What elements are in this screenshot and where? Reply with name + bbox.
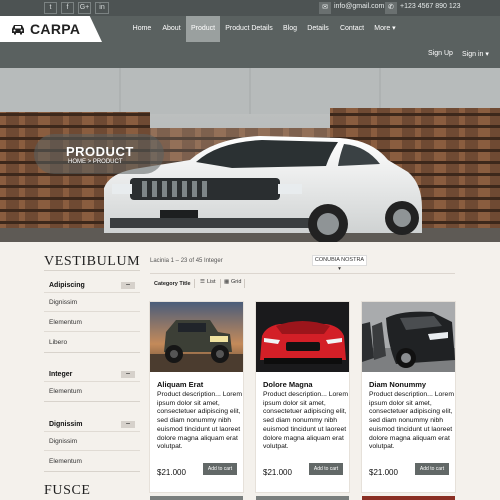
add-to-cart-button[interactable]: Add to cart — [309, 463, 343, 475]
product-image[interactable] — [150, 302, 243, 372]
nav-home[interactable]: Home — [128, 16, 156, 42]
product-card-next-row[interactable] — [256, 496, 349, 500]
collapse-toggle-adipiscing[interactable]: − — [121, 281, 135, 289]
product-card[interactable]: Aliquam Erat Product description... Lore… — [150, 302, 243, 492]
phone-icon: ✆ — [385, 2, 397, 14]
product-title[interactable]: Dolore Magna — [263, 380, 313, 389]
grid-view-button[interactable]: Grid — [231, 279, 241, 285]
sidebar-divider — [44, 401, 140, 402]
nav-about[interactable]: About — [157, 16, 186, 42]
collapse-toggle-dignissim[interactable]: − — [121, 420, 135, 428]
divider — [44, 431, 140, 432]
filter-group-adipiscing[interactable]: Adipiscing — [49, 282, 85, 289]
sidebar-divider — [44, 471, 140, 472]
brand-logo[interactable]: CARPA — [0, 16, 102, 42]
nav-product-details[interactable]: Product Details — [221, 16, 277, 42]
email-link[interactable]: info@gmail.com — [334, 3, 384, 10]
sidebar-item-dignissim[interactable]: Dignissim — [49, 299, 77, 306]
product-price: $21.000 — [157, 468, 186, 477]
divider — [220, 279, 221, 288]
sidebar-divider — [44, 270, 140, 271]
product-description: Product description... Lorem ipsum dolor… — [263, 391, 349, 451]
product-card[interactable]: Diam Nonummy Product description... Lore… — [362, 302, 455, 492]
divider — [44, 292, 140, 293]
divider — [244, 279, 245, 288]
sidebar-item-libero[interactable]: Libero — [49, 339, 67, 346]
sidebar-item-elementum[interactable]: Elementum — [49, 388, 82, 395]
product-description: Product description... Lorem ipsum dolor… — [157, 391, 243, 451]
product-card-next-row[interactable] — [362, 496, 455, 500]
hero-banner: PRODUCT HOME > PRODUCT — [0, 68, 500, 242]
sidebar-item-elementum[interactable]: Elementum — [49, 319, 82, 326]
page-title: PRODUCT — [66, 144, 134, 159]
nav-details[interactable]: Details — [303, 16, 333, 42]
product-title[interactable]: Diam Nonummy — [369, 380, 426, 389]
product-image[interactable] — [362, 302, 455, 372]
toolbar-divider — [150, 273, 455, 274]
sign-in-dropdown[interactable]: Sign in ▾ — [462, 50, 489, 58]
add-to-cart-button[interactable]: Add to cart — [415, 463, 449, 475]
google-plus-icon[interactable]: G+ — [78, 2, 91, 14]
divider — [44, 331, 140, 332]
product-card[interactable]: Dolore Magna Product description... Lore… — [256, 302, 349, 492]
nav-contact[interactable]: Contact — [336, 16, 368, 42]
nav-product[interactable]: Product — [186, 16, 220, 42]
sort-dropdown[interactable]: CONUBIA NOSTRA ▾ — [312, 255, 367, 272]
phone-number: +123 4567 890 123 — [400, 3, 461, 10]
product-image[interactable] — [256, 302, 349, 372]
car-icon — [12, 25, 24, 35]
collapse-toggle-integer[interactable]: − — [121, 370, 135, 378]
product-price: $21.000 — [369, 468, 398, 477]
breadcrumb[interactable]: HOME > PRODUCT — [68, 159, 123, 165]
sidebar-item-elementum[interactable]: Elementum — [49, 458, 82, 465]
sidebar-title: VESTIBULUM — [44, 254, 141, 269]
product-title[interactable]: Aliquam Erat — [157, 380, 203, 389]
facebook-icon[interactable]: f — [61, 2, 74, 14]
top-bar: t f G+ in ✉ info@gmail.com ✆ +123 4567 8… — [0, 0, 500, 16]
brand-name: CARPA — [30, 21, 81, 37]
grid-view-icon[interactable]: ▦ — [224, 279, 229, 285]
result-count: Lacinia 1 – 23 of 45 Integer — [150, 258, 223, 264]
sidebar-divider — [44, 352, 140, 353]
nav-more-dropdown[interactable]: More ▾ — [370, 16, 400, 42]
filter-group-integer[interactable]: Integer — [49, 371, 72, 378]
sidebar-item-dignissim[interactable]: Dignissim — [49, 438, 77, 445]
product-description: Product description... Lorem ipsum dolor… — [369, 391, 455, 451]
divider — [194, 279, 195, 288]
sign-up-link[interactable]: Sign Up — [428, 50, 453, 57]
linkedin-icon[interactable]: in — [95, 2, 109, 14]
product-card-next-row[interactable] — [150, 496, 243, 500]
divider — [44, 311, 140, 312]
sidebar-title-fusce: FUSCE — [44, 483, 91, 498]
divider — [44, 381, 140, 382]
nav-blog[interactable]: Blog — [279, 16, 301, 42]
filter-group-dignissim[interactable]: Dignissim — [49, 421, 82, 428]
divider — [44, 450, 140, 451]
add-to-cart-button[interactable]: Add to cart — [203, 463, 237, 475]
product-price: $21.000 — [263, 468, 292, 477]
category-title: Category Title — [154, 281, 191, 287]
list-view-button[interactable]: List — [207, 279, 216, 285]
email-icon: ✉ — [319, 2, 331, 14]
twitter-icon[interactable]: t — [44, 2, 57, 14]
list-view-icon[interactable]: ☰ — [200, 279, 205, 285]
